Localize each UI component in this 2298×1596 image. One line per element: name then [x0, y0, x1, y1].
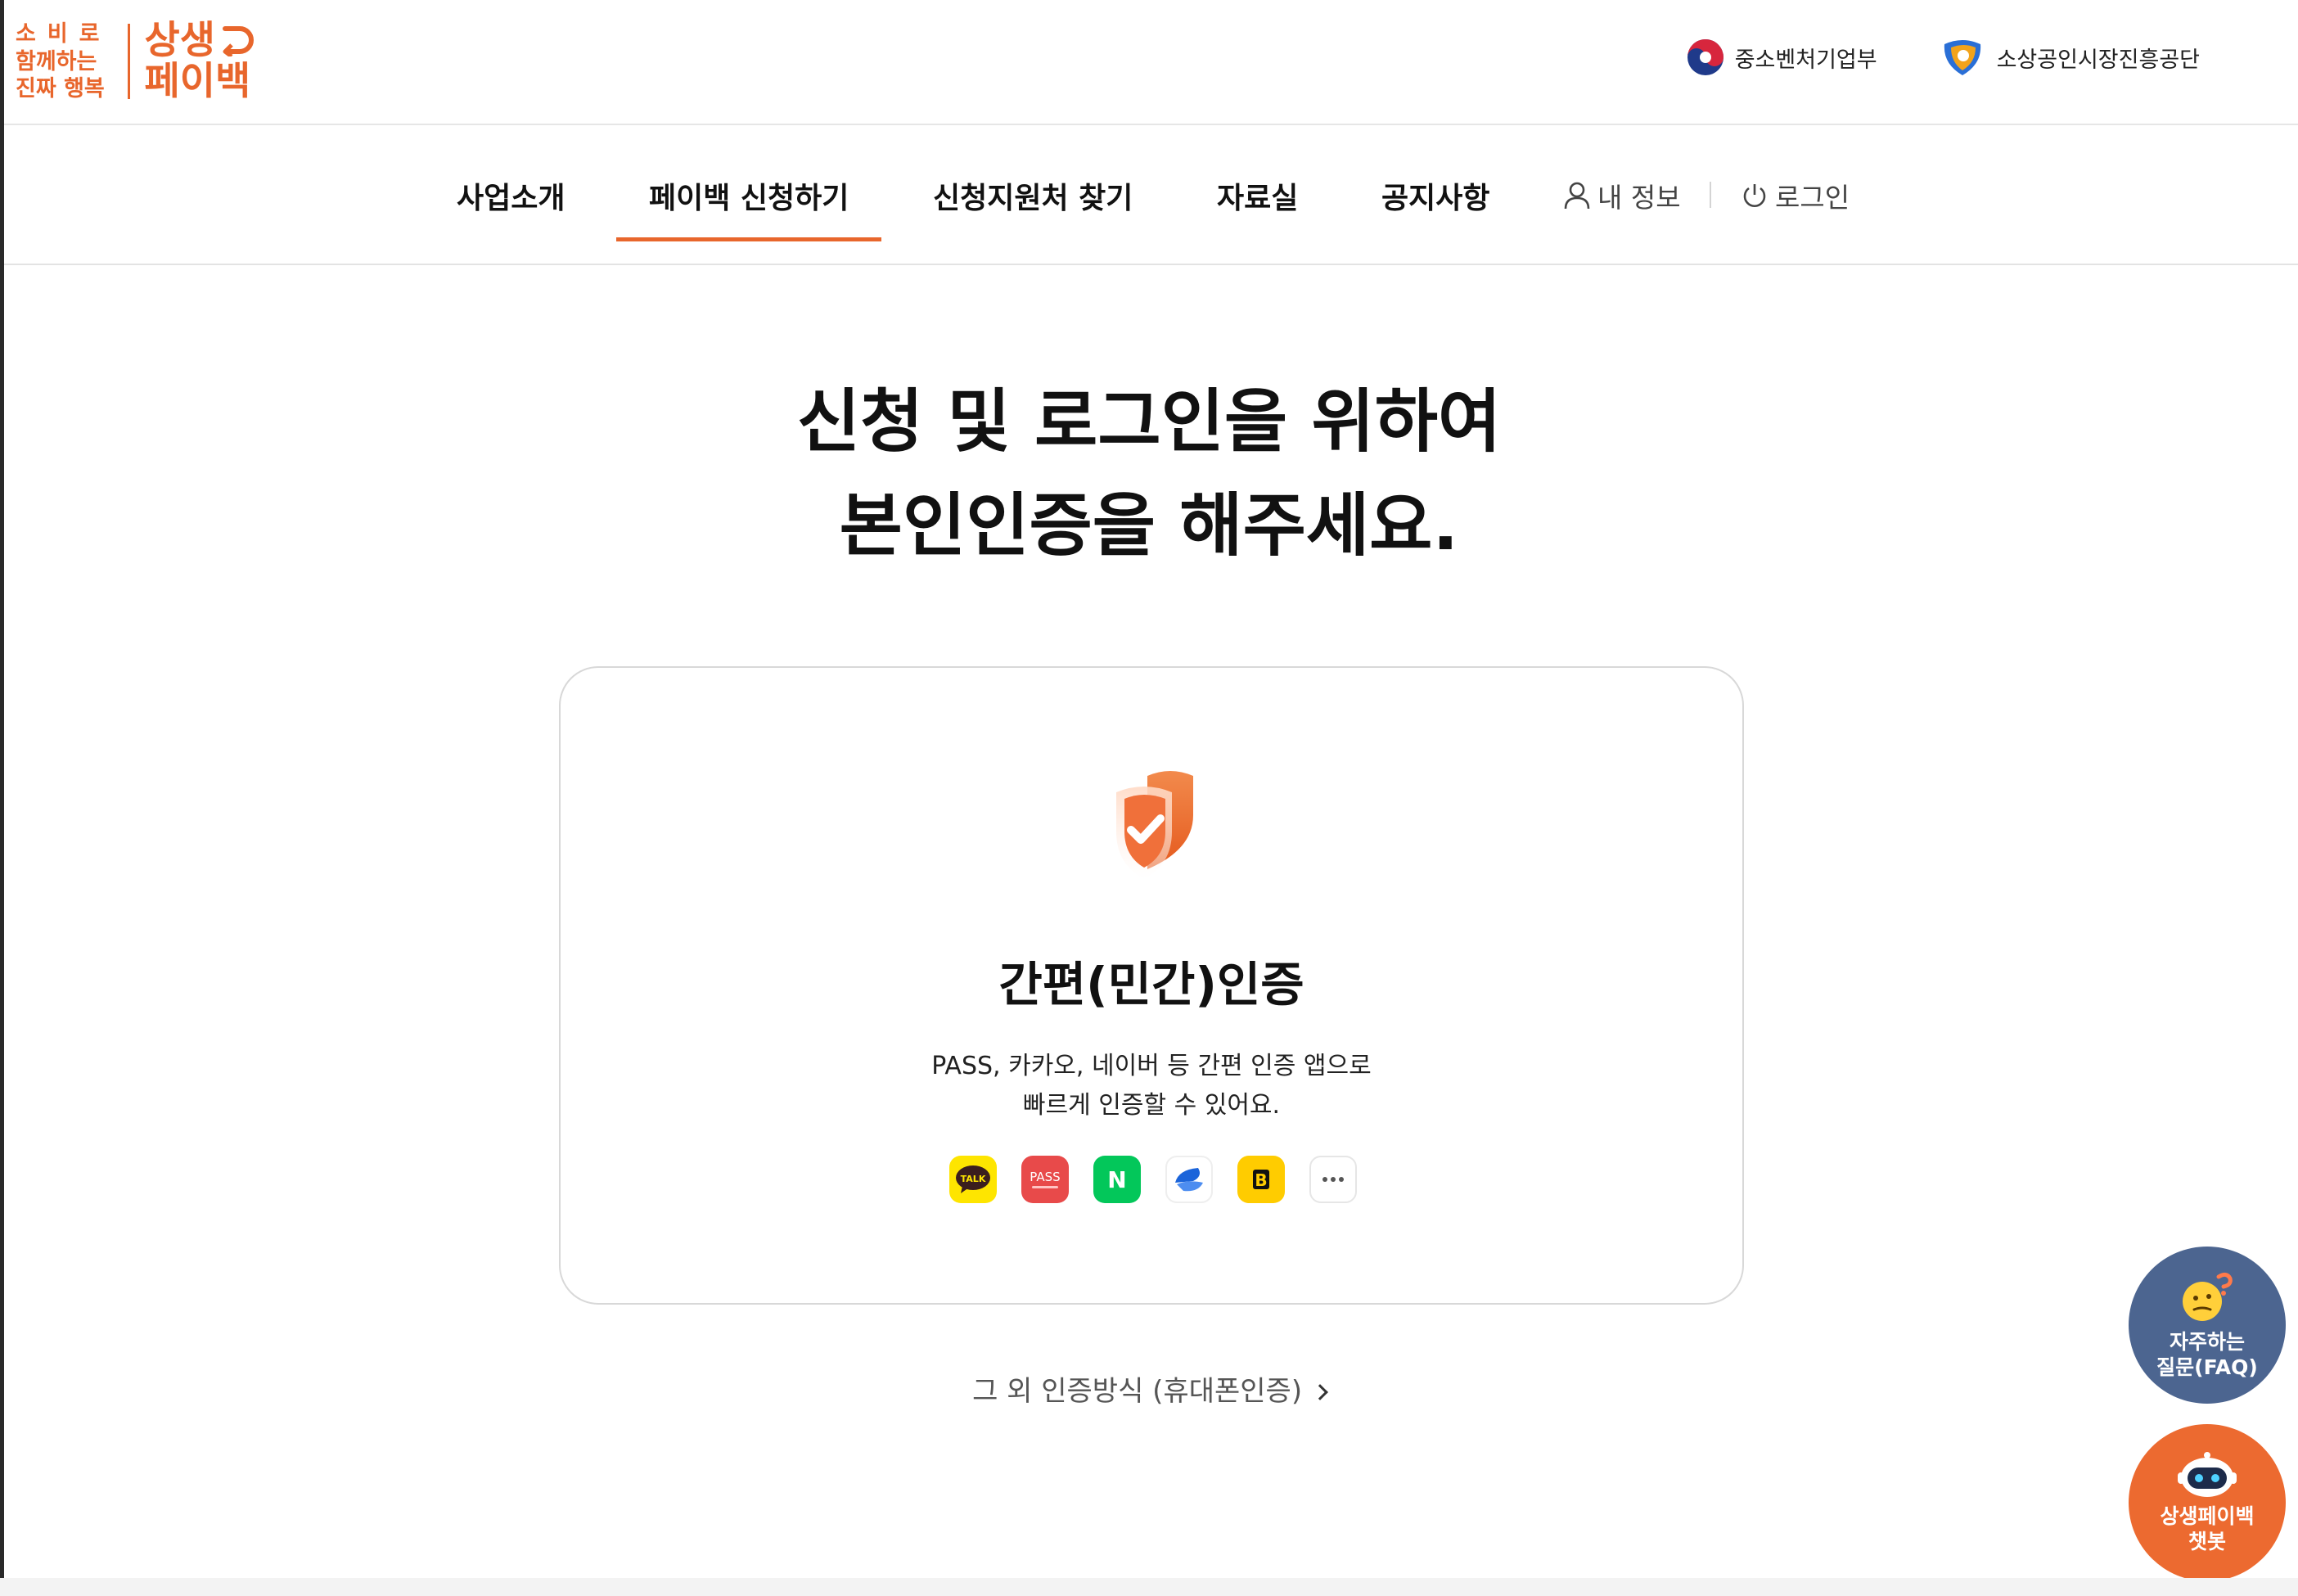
- other-auth-link[interactable]: 그 외 인증방식 (휴대폰인증): [0, 1368, 2298, 1409]
- more-apps-icon: [1309, 1156, 1357, 1203]
- brand-line-2: 페이백: [144, 59, 251, 104]
- footer-strip: [0, 1578, 2298, 1596]
- partner-mss-label: 중소벤처기업부: [1734, 47, 1877, 73]
- naver-app-icon: N: [1093, 1156, 1141, 1203]
- pass-app-icon: PASS: [1021, 1156, 1069, 1203]
- card-desc-line-1: PASS, 카카오, 네이버 등 간편 인증 앱으로: [931, 1052, 1372, 1080]
- kakao-talk-app-icon: TALK: [949, 1156, 997, 1203]
- svg-text:B: B: [1255, 1170, 1267, 1190]
- nav-item-notices[interactable]: 공지사항: [1381, 174, 1489, 217]
- logo-divider: [127, 24, 130, 99]
- my-info-label: 내 정보: [1597, 182, 1681, 214]
- power-icon: [1743, 184, 1766, 207]
- nav-separator: [1710, 182, 1711, 208]
- nav-item-business-intro[interactable]: 사업소개: [457, 174, 565, 217]
- main-nav: 사업소개 페이백 신청하기 신청지원처 찾기 자료실 공지사항 내 정보 로그인: [4, 125, 2298, 265]
- other-auth-label: 그 외 인증방식 (휴대폰인증): [972, 1375, 1303, 1408]
- site-header: 소비로 함께하는 진짜 행복 상생 페이백 중소벤처기업부 소상공인시장진흥공단: [4, 0, 2298, 125]
- nav-item-find-support-center[interactable]: 신청지원처 찾기: [933, 174, 1133, 217]
- chatbot-label-line-1: 상생페이백: [2160, 1504, 2255, 1528]
- card-description: PASS, 카카오, 네이버 등 간편 인증 앱으로 빠르게 인증할 수 있어요…: [561, 1047, 1742, 1125]
- chevron-right-icon: [1312, 1384, 1328, 1400]
- faq-label-line-1: 자주하는: [2169, 1330, 2245, 1354]
- svg-text:TALK: TALK: [961, 1174, 986, 1184]
- partner-semas[interactable]: 소상공인시장진흥공단: [1940, 36, 2200, 79]
- page-title-line-2: 본인인증을 해주세요.: [839, 485, 1459, 566]
- my-info-link[interactable]: 내 정보: [1563, 176, 1681, 215]
- login-label: 로그인: [1775, 182, 1850, 214]
- faq-label-line-2: 질문(FAQ): [2156, 1355, 2258, 1379]
- chatbot-floating-button[interactable]: 상생페이백 챗봇: [2129, 1424, 2286, 1581]
- semas-logo-icon: [1944, 40, 1980, 75]
- nav-item-payback-apply[interactable]: 페이백 신청하기: [615, 174, 882, 241]
- toss-app-icon: [1165, 1156, 1213, 1203]
- partner-logos: 중소벤처기업부 소상공인시장진흥공단: [1624, 36, 2200, 79]
- partner-mss[interactable]: 중소벤처기업부: [1686, 38, 1877, 77]
- page-title-line-1: 신청 및 로그인을 위하여: [796, 381, 1502, 462]
- card-title: 간편(민간)인증: [998, 957, 1304, 1012]
- site-logo[interactable]: 소비로 함께하는 진짜 행복 상생 페이백: [16, 18, 254, 105]
- svg-text:N: N: [1107, 1166, 1126, 1193]
- logo-slogan: 소비로 함께하는 진짜 행복: [16, 21, 111, 101]
- slogan-line-3: 진짜 행복: [16, 76, 105, 101]
- faq-floating-button[interactable]: 자주하는 질문(FAQ): [2129, 1247, 2286, 1404]
- partner-semas-label: 소상공인시장진흥공단: [1996, 47, 2200, 73]
- return-arrow-icon: [222, 26, 254, 56]
- user-icon: [1564, 182, 1590, 210]
- card-desc-line-2: 빠르게 인증할 수 있어요.: [1022, 1091, 1281, 1120]
- chatbot-label-line-2: 챗봇: [2188, 1530, 2226, 1553]
- auth-app-list: TALK PASS N B: [949, 1156, 1381, 1203]
- logo-brand: 상생 페이백: [144, 20, 254, 104]
- shield-check-icon: [1116, 771, 1193, 879]
- kb-app-icon: B: [1237, 1156, 1285, 1203]
- login-link[interactable]: 로그인: [1741, 176, 1850, 215]
- thinking-emoji-icon: [2183, 1272, 2233, 1321]
- mss-taegeuk-logo-icon: [1687, 39, 1724, 75]
- robot-icon: [2178, 1452, 2237, 1497]
- svg-text:PASS: PASS: [1030, 1170, 1060, 1184]
- slogan-line-2: 함께하는: [16, 48, 97, 74]
- slogan-line-1: 소비로: [16, 21, 111, 47]
- simple-auth-card[interactable]: 간편(민간)인증 PASS, 카카오, 네이버 등 간편 인증 앱으로 빠르게 …: [559, 666, 1744, 1305]
- nav-item-resources[interactable]: 자료실: [1217, 174, 1298, 217]
